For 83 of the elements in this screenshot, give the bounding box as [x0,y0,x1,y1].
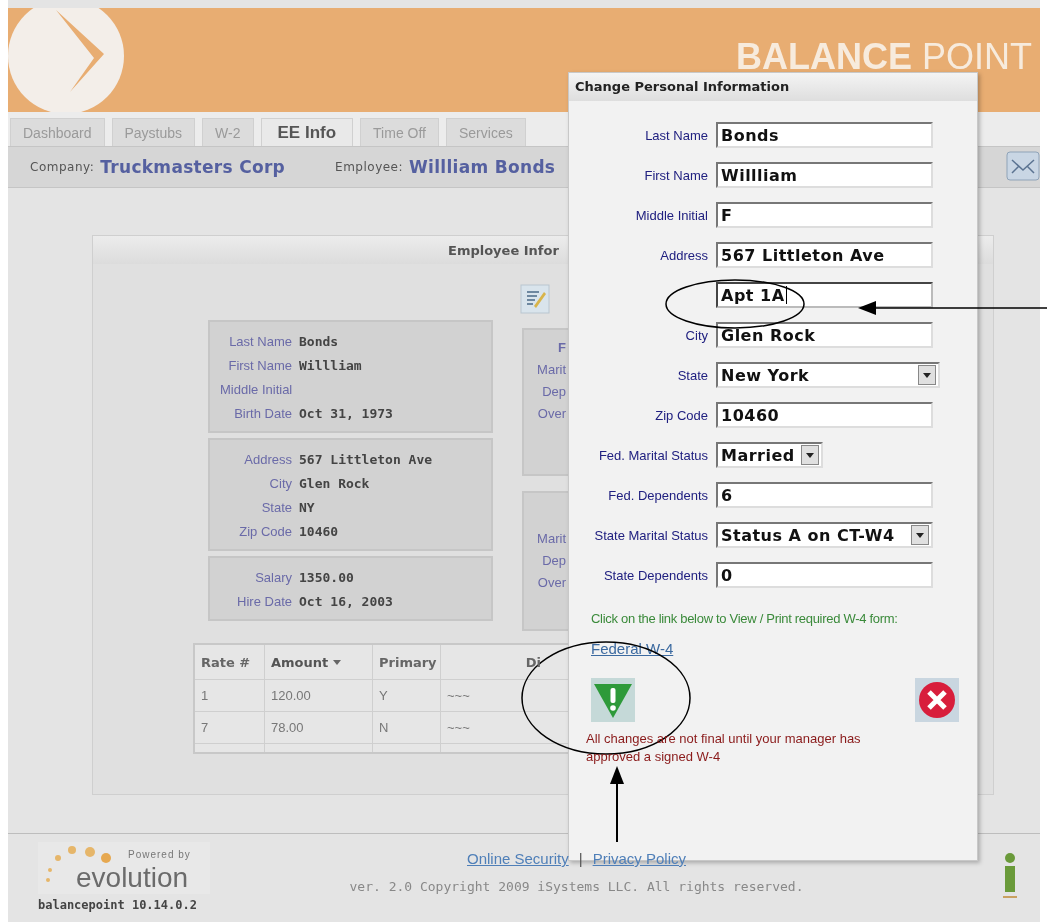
copyright-text: ver. 2.0 Copyright 2009 iSystems LLC. All rights reserved. [349,879,804,894]
column-header[interactable]: Amount [265,645,373,679]
field-label: State [676,367,709,383]
employee-name: Willliam Bonds [409,157,556,177]
field-label: Address [659,247,709,263]
field-label: State Dependents [602,567,709,583]
table-cell-text: ~~~ [446,687,471,705]
field-label: State Marital Status [593,527,709,543]
panel-title: Employee Infor [448,242,559,258]
field-value: NY [299,500,315,515]
field-label: Hire Date [236,594,292,609]
field-label: Last Name [228,334,292,349]
field-value: 567 Littleton Ave [299,452,433,467]
field-label: Last Name [644,127,709,143]
field-value: Oct 31, 1973 [299,406,393,421]
employee-label: Employee: [335,160,404,174]
table-cell: Y [373,680,441,711]
field-label: Middle Initial [220,382,292,397]
input-field[interactable]: Glen Rock [716,322,933,348]
dropdown[interactable]: New York [716,362,940,388]
product-name: evolution [76,862,189,894]
powered-by-text: Powered by [128,849,191,860]
instruction-text: Click on the link below to View / Print required W-4 form: [591,611,899,626]
field-label: Fed. Dependents [607,487,709,503]
table-cell: 7 [195,712,265,743]
column-header[interactable]: Primary [373,645,441,679]
brand-title: BALANCE POINT [736,38,1032,76]
field-label: First Name [643,167,709,183]
close-icon[interactable] [915,678,959,722]
dialog-title: Change Personal Information [569,73,977,101]
input-field[interactable]: Apt 1A [716,282,933,308]
submit-warning-icon[interactable] [591,678,635,722]
table-cell: 78.00 [265,712,373,743]
field-value: Bonds [299,334,339,349]
footer-link[interactable]: Online Security [467,850,569,867]
input-field[interactable]: 10460 [716,402,933,428]
input-field[interactable]: Willliam [716,162,933,188]
field-value: Oct 16, 2003 [299,594,393,609]
sort-caret-icon [333,659,342,665]
field-label: Salary [254,570,292,585]
field-value: 10460 [299,524,339,539]
field-label: State [260,500,292,515]
company-name: Truckmasters Corp [100,157,286,177]
input-field[interactable]: 567 Littleton Ave [716,242,933,268]
field-label: Address [243,452,292,467]
input-field[interactable]: 0 [716,562,933,588]
field-label: Birth Date [233,406,292,421]
nav-tab[interactable]: EE Info [260,118,354,147]
field-label: Marit [537,362,566,377]
table-cell: 120.00 [265,680,373,711]
field-value: Glen Rock [299,476,370,491]
column-header[interactable]: Rate # [195,645,265,679]
input-field[interactable]: Bonds [716,122,933,148]
dropdown[interactable]: Married [716,442,823,468]
field-label: Zip Code [654,407,709,423]
field-label: City [268,476,292,491]
table-cell-text: ~~~ [446,719,471,737]
field-label: Fed. Marital Status [597,447,709,463]
field-label: Middle Initial [634,207,709,223]
edit-document-icon[interactable] [520,284,550,314]
field-label: Dep [542,384,566,399]
field-label: Over [537,575,566,590]
input-field[interactable]: F [716,202,933,228]
company-label: Company: [30,160,95,174]
w4-link[interactable]: Federal W-4 [591,640,674,657]
envelope-icon[interactable] [1006,151,1040,181]
field-value: 1350.00 [299,570,354,585]
field-label: First Name [227,358,292,373]
card-heading: F [558,340,566,355]
column-header[interactable]: Di [441,645,575,679]
input-field[interactable]: 6 [716,482,933,508]
table-cell: 1 [195,680,265,711]
field-value: Willliam [299,358,362,373]
field-label: City [684,327,709,343]
dropdown[interactable]: Status A on CT-W4 [716,522,933,548]
footer-link[interactable]: Privacy Policy [592,850,686,867]
version-text: balancepoint 10.14.0.2 [38,898,198,912]
field-label: Dep [542,553,566,568]
link-separator: | [578,850,583,867]
field-label: Zip Code [238,524,292,539]
field-label: Over [537,406,566,421]
table-cell: N [373,712,441,743]
field-label: Marit [537,531,566,546]
